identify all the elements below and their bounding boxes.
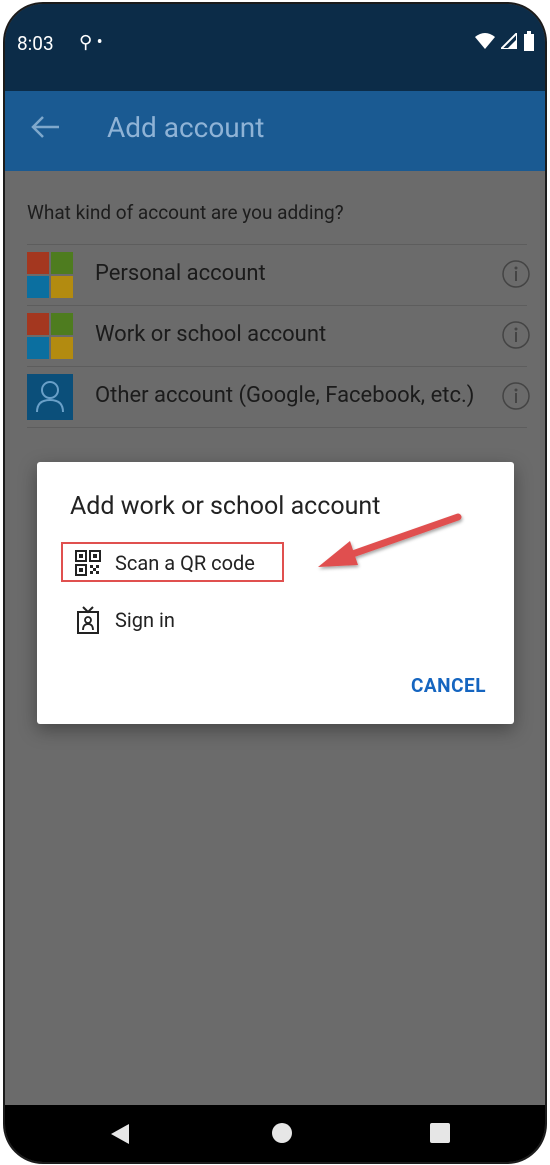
account-question: What kind of account are you adding? (27, 201, 344, 224)
account-label: Personal account (95, 261, 266, 286)
location-icon: ⚲ • (79, 32, 103, 53)
person-icon (27, 374, 73, 420)
add-work-school-dialog: Add work or school account Scan a QR cod… (37, 462, 514, 724)
info-icon[interactable] (501, 381, 531, 411)
signal-icon (501, 33, 517, 49)
page-title: Add account (107, 111, 265, 144)
nav-home-icon[interactable] (271, 1122, 293, 1144)
wifi-icon (475, 33, 495, 49)
account-row-personal[interactable]: Personal account (27, 244, 530, 305)
annotation-highlight-box (61, 542, 284, 582)
cancel-button[interactable]: CANCEL (411, 674, 486, 697)
navigation-bar (5, 1105, 545, 1162)
sign-in-option[interactable]: Sign in (67, 600, 467, 640)
badge-icon (77, 606, 99, 634)
battery-icon (524, 31, 534, 51)
account-type-list: Personal account Work or school account (27, 244, 530, 428)
back-arrow-icon[interactable] (27, 109, 67, 149)
nav-back-icon[interactable] (109, 1122, 131, 1146)
status-icons (475, 31, 535, 51)
status-bar: 8:03 ⚲ • (5, 4, 545, 91)
sign-in-label: Sign in (115, 608, 175, 632)
status-time: 8:03 (17, 32, 54, 55)
account-row-work-school[interactable]: Work or school account (27, 305, 530, 366)
info-icon[interactable] (501, 259, 531, 289)
account-label: Work or school account (95, 322, 327, 347)
account-label: Other account (Google, Facebook, etc.) (95, 383, 475, 408)
nav-recents-icon[interactable] (429, 1122, 451, 1144)
info-icon[interactable] (501, 320, 531, 350)
annotation-arrow-icon (318, 513, 462, 567)
app-bar: Add account (5, 91, 545, 171)
microsoft-logo-icon (27, 313, 73, 359)
account-row-other[interactable]: Other account (Google, Facebook, etc.) (27, 366, 530, 428)
microsoft-logo-icon (27, 252, 73, 298)
